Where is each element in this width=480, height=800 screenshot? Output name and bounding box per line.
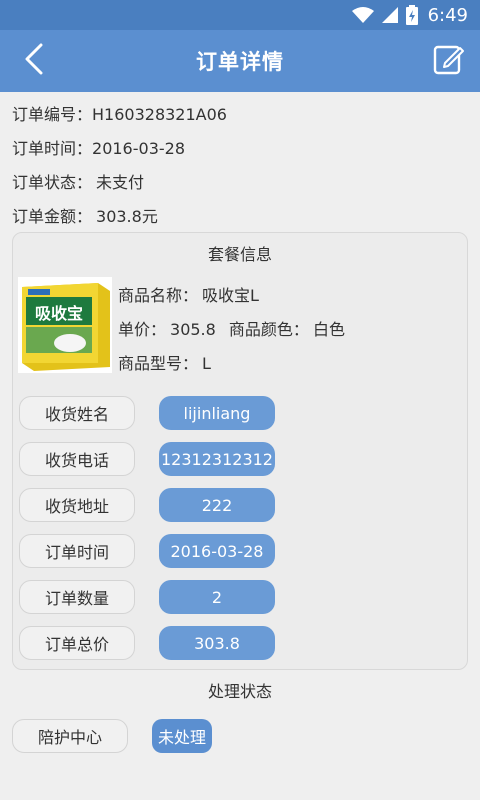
package-title: 套餐信息: [207, 245, 272, 264]
order-quantity-label: 订单数量: [19, 580, 135, 614]
product-model-label: 商品型号：: [118, 354, 199, 373]
receiver-address-value: 222: [159, 488, 275, 522]
processing-title: 处理状态: [207, 682, 272, 701]
product-name-label: 商品名称：: [118, 286, 199, 305]
order-time-value: 2016-03-28: [92, 139, 185, 158]
care-center-label: 陪护中心: [12, 719, 128, 753]
order-date-value: 2016-03-28: [159, 534, 275, 568]
edit-icon: [433, 43, 465, 79]
clock: 6:49: [427, 4, 468, 26]
chevron-left-icon: [23, 43, 45, 79]
order-time-row: 订单时间：2016-03-28: [12, 135, 185, 159]
product-color-label: 商品颜色：: [228, 320, 309, 339]
wifi-icon: [351, 7, 374, 23]
product-image: 吸收宝: [18, 277, 112, 373]
order-date-label: 订单时间: [19, 534, 135, 568]
receiver-address-label: 收货地址: [19, 488, 135, 522]
page-title: 订单详情: [196, 50, 284, 74]
order-number-value: H160328321A06: [92, 105, 227, 124]
order-number-label: 订单编号：: [12, 105, 93, 124]
edit-button[interactable]: [430, 42, 468, 80]
order-total-label: 订单总价: [19, 626, 135, 660]
battery-charging-icon: [405, 5, 418, 25]
back-button[interactable]: [14, 41, 54, 81]
order-amount-value: 303.8元: [96, 207, 158, 226]
product-price-value: 305.8: [170, 320, 216, 339]
order-quantity-value: 2: [159, 580, 275, 614]
receiver-phone-value: 12312312312: [159, 442, 275, 476]
status-badge: 未处理: [152, 719, 212, 753]
order-total-value: 303.8: [159, 626, 275, 660]
product-image-text: 吸收宝: [35, 304, 83, 323]
receiver-name-value: lijinliang: [159, 396, 275, 430]
order-time-label: 订单时间：: [12, 139, 93, 158]
product-model-row: 商品型号： L: [118, 350, 211, 374]
product-price-label: 单价：: [118, 320, 167, 339]
order-status-value: 未支付: [96, 173, 145, 192]
status-bar: 6:49: [0, 0, 480, 30]
package-card: 套餐信息 吸收宝 商品名称： 吸收宝L 单价： 305.8 商品颜色： 白色 商品型号…: [12, 232, 468, 670]
product-price-color-row: 单价： 305.8 商品颜色： 白色: [118, 316, 345, 340]
product-name-value: 吸收宝L: [202, 286, 259, 305]
order-status-label: 订单状态：: [12, 173, 93, 192]
product-color-value: 白色: [312, 320, 345, 339]
product-name-row: 商品名称： 吸收宝L: [118, 282, 259, 306]
receiver-name-label: 收货姓名: [19, 396, 135, 430]
order-number-row: 订单编号：H160328321A06: [12, 101, 227, 125]
order-status-row: 订单状态： 未支付: [12, 169, 144, 193]
app-bar: 订单详情: [0, 30, 480, 92]
signal-icon: [381, 7, 398, 23]
order-amount-row: 订单金额： 303.8元: [12, 203, 158, 227]
product-model-value: L: [202, 354, 211, 373]
receiver-phone-label: 收货电话: [19, 442, 135, 476]
order-amount-label: 订单金额：: [12, 207, 93, 226]
